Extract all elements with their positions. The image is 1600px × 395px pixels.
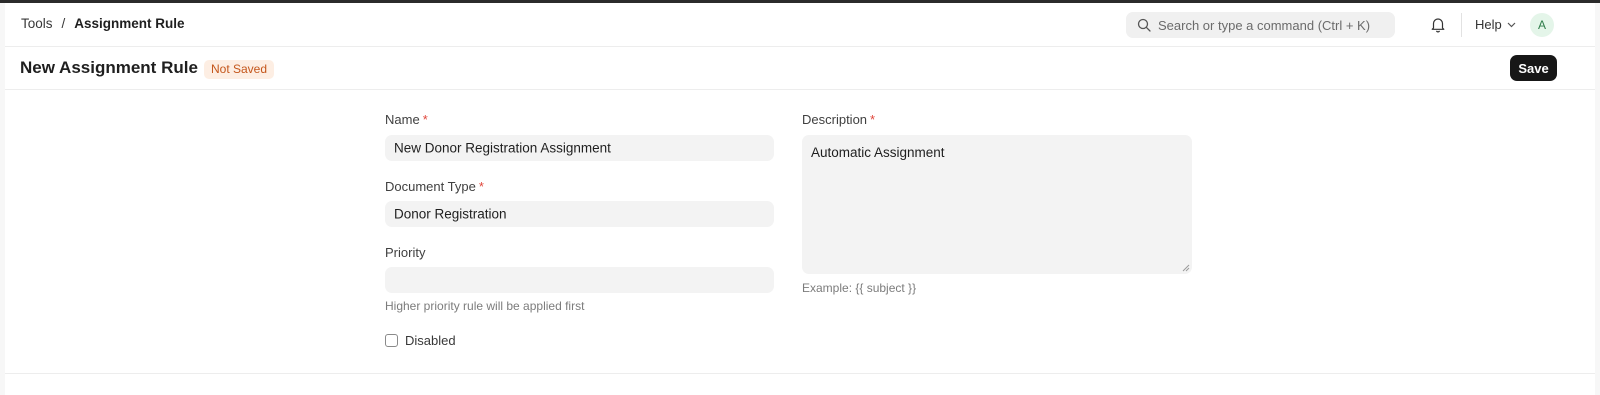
name-label-text: Name — [385, 112, 420, 127]
priority-field[interactable] — [385, 267, 774, 293]
breadcrumb: Tools / Assignment Rule — [21, 16, 185, 31]
section-divider — [5, 373, 1595, 374]
name-value: New Donor Registration Assignment — [394, 140, 611, 156]
description-hint: Example: {{ subject }} — [802, 281, 917, 295]
chevron-down-icon — [1507, 22, 1516, 27]
notifications-bell-icon[interactable] — [1430, 16, 1446, 33]
required-marker: * — [870, 112, 876, 127]
page-header: New Assignment Rule Not Saved Save — [5, 48, 1595, 90]
resize-handle-icon[interactable] — [1182, 264, 1190, 272]
search-icon — [1137, 18, 1151, 32]
breadcrumb-assignment-rule[interactable]: Assignment Rule — [74, 16, 184, 31]
breadcrumb-separator: / — [61, 16, 66, 31]
disabled-label[interactable]: Disabled — [405, 333, 456, 348]
document-type-label: Document Type * — [385, 179, 484, 194]
name-field[interactable]: New Donor Registration Assignment — [385, 135, 774, 161]
breadcrumb-tools[interactable]: Tools — [21, 16, 53, 31]
page-title: New Assignment Rule — [20, 58, 198, 77]
help-menu[interactable]: Help — [1475, 17, 1516, 32]
description-value: Automatic Assignment — [811, 145, 945, 160]
priority-hint: Higher priority rule will be applied fir… — [385, 299, 585, 313]
search-input[interactable] — [1158, 12, 1388, 38]
document-type-label-text: Document Type — [385, 179, 476, 194]
description-label: Description * — [802, 112, 875, 127]
help-label: Help — [1475, 17, 1502, 32]
navbar-divider — [1461, 13, 1462, 37]
search-bar[interactable] — [1126, 12, 1395, 38]
document-type-value: Donor Registration — [394, 206, 507, 222]
save-button[interactable]: Save — [1510, 55, 1557, 81]
required-marker: * — [422, 112, 428, 127]
navbar: Tools / Assignment Rule Help A — [5, 3, 1595, 47]
priority-label: Priority — [385, 245, 426, 260]
document-type-field[interactable]: Donor Registration — [385, 201, 774, 227]
description-textarea[interactable]: Automatic Assignment — [802, 135, 1192, 274]
name-label: Name * — [385, 112, 428, 127]
disabled-checkbox[interactable] — [385, 334, 398, 347]
required-marker: * — [478, 179, 484, 194]
description-label-text: Description — [802, 112, 868, 127]
avatar[interactable]: A — [1530, 13, 1554, 37]
right-gutter — [1595, 3, 1600, 395]
status-badge: Not Saved — [204, 60, 275, 79]
